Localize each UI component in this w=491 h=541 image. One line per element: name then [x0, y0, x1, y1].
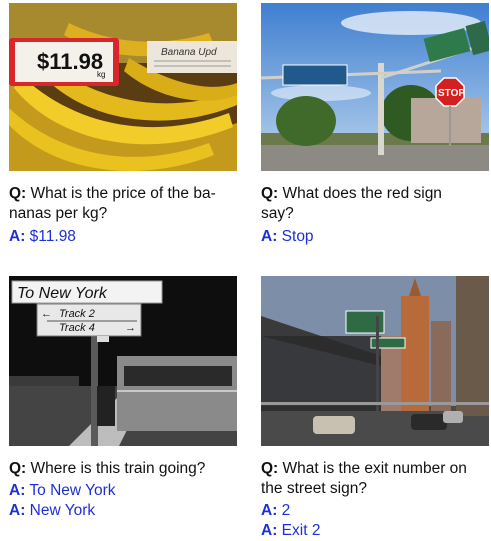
price-tag-text: $11.98: [37, 49, 103, 74]
stop-sign-photo: STOP: [261, 3, 489, 171]
answer-4b: A: Exit 2: [261, 522, 321, 539]
answer-2: A: Stop: [261, 228, 314, 245]
svg-text:→: →: [125, 322, 136, 334]
answer-3b: A: New York: [9, 502, 96, 519]
svg-text:To New York: To New York: [17, 285, 108, 302]
question-2: Q: What does the red sign say?: [261, 185, 442, 222]
banana-photo: $11.98 kg Banana Upd: [9, 3, 237, 171]
street-photo: [261, 276, 489, 446]
svg-text:Track 2: Track 2: [59, 308, 95, 320]
svg-text:kg: kg: [97, 70, 105, 79]
answer-1: A: $11.98: [9, 228, 76, 245]
question-1: Q: What is the price of the ba- nanas pe…: [9, 185, 216, 222]
svg-text:Track 4: Track 4: [59, 322, 95, 334]
svg-text:STOP: STOP: [438, 88, 465, 99]
answer-3a: A: To New York: [9, 482, 116, 499]
question-4: Q: What is the exit number on the street…: [261, 460, 467, 497]
question-3: Q: Where is this train going?: [9, 460, 206, 477]
train-photo: To New York ← Track 2 Track 4 →: [9, 276, 237, 446]
svg-text:←: ←: [41, 308, 52, 320]
svg-text:Banana Upd: Banana Upd: [161, 47, 217, 58]
answer-4a: A: 2: [261, 502, 291, 519]
